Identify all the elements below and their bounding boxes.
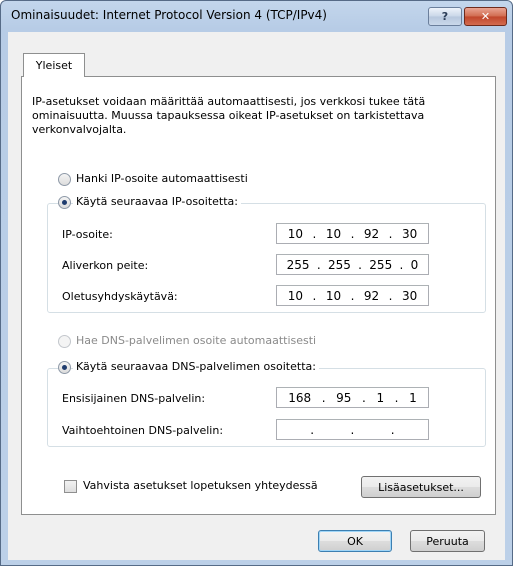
intro-line: verkonvalvojalta. (32, 123, 127, 136)
subnet-field[interactable]: 255 . 255 . 255 . 0 (276, 254, 429, 275)
dns-auto-label: Hae DNS-palvelimen osoite automaattisest… (76, 334, 317, 347)
tab-general-label: Yleiset (35, 59, 73, 72)
intro-line: ominaisuutta. Muussa tapauksessa oikeat … (32, 109, 425, 122)
ip-auto-radio[interactable] (58, 173, 71, 186)
dot: . (350, 226, 355, 241)
validate-label: Vahvista asetukset lopetuksen yhteydessä (83, 479, 318, 492)
validate-checkbox[interactable] (64, 480, 77, 493)
octet: 10 (287, 226, 304, 241)
ip-manual-radio[interactable] (58, 196, 71, 209)
intro-line: IP-asetukset voidaan määrittää automaatt… (32, 95, 426, 108)
ip-auto-label: Hanki IP-osoite automaattisesti (76, 172, 248, 185)
octet: 1 (376, 390, 385, 405)
octet: 10 (287, 288, 304, 303)
octet: 30 (401, 288, 418, 303)
octet: 10 (325, 226, 342, 241)
dot: . (399, 257, 404, 272)
octet: 92 (363, 288, 380, 303)
dot: . (321, 390, 326, 405)
cancel-button[interactable]: Peruuta (410, 530, 485, 552)
dot: . (388, 226, 393, 241)
dot: . (316, 257, 321, 272)
dot: . (358, 257, 362, 272)
primary-dns-field[interactable]: 168 . 95 . 1 . 1 (276, 387, 429, 408)
alternate-dns-field[interactable]: . . . (276, 419, 429, 440)
dot: . (312, 226, 317, 241)
subnet-label: Aliverkon peite: (62, 259, 149, 272)
ip-manual-label: Käytä seuraavaa IP-osoitetta: (73, 195, 241, 208)
octet: 30 (401, 226, 418, 241)
dns-auto-radio[interactable] (58, 335, 71, 348)
gateway-field[interactable]: 10 . 10 . 92 . 30 (276, 285, 429, 306)
octet: 1 (409, 390, 417, 405)
dns-manual-radio[interactable] (58, 361, 71, 374)
octet: 92 (363, 226, 380, 241)
ok-button[interactable]: OK (318, 530, 392, 552)
dot: . (312, 288, 317, 303)
tab-general[interactable]: Yleiset (23, 53, 85, 77)
octet: 255 (286, 257, 310, 272)
dot: . (310, 422, 315, 437)
gateway-label: Oletusyhdyskäytävä: (62, 290, 178, 303)
intro-text: IP-asetukset voidaan määrittää automaatt… (32, 95, 487, 137)
dot: . (350, 422, 355, 437)
ip-address-label: IP-osoite: (62, 228, 113, 241)
advanced-button[interactable]: Lisäasetukset... (361, 476, 481, 498)
dot: . (362, 390, 366, 405)
title-bar[interactable]: Ominaisuudet: Internet Protocol Version … (1, 1, 512, 31)
octet: 0 (410, 257, 419, 272)
primary-dns-label: Ensisijainen DNS-palvelin: (62, 392, 206, 405)
close-button[interactable]: ✕ (464, 7, 507, 26)
octet: 255 (369, 257, 393, 272)
octet: 95 (336, 390, 352, 405)
dns-manual-label: Käytä seuraavaa DNS-palvelimen osoitetta… (73, 360, 319, 373)
dot: . (390, 422, 395, 437)
alternate-dns-label: Vaihtoehtoinen DNS-palvelin: (62, 424, 224, 437)
dot: . (394, 390, 399, 405)
octet: 168 (288, 390, 312, 405)
octet: 255 (327, 257, 351, 272)
dot: . (350, 288, 355, 303)
octet: 10 (325, 288, 342, 303)
window-title: Ominaisuudet: Internet Protocol Version … (11, 8, 327, 22)
dot: . (388, 288, 393, 303)
help-button[interactable]: ? (428, 7, 462, 26)
ip-address-field[interactable]: 10 . 10 . 92 . 30 (276, 223, 429, 244)
